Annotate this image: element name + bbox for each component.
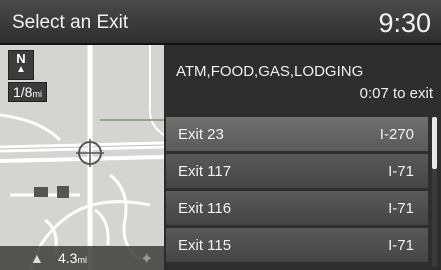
scale-value: 1/8	[13, 84, 33, 100]
scale-unit: mi	[32, 89, 42, 99]
distance-readout: 4.3mi	[58, 250, 87, 266]
exit-number: Exit 116	[178, 200, 232, 217]
exit-number: Exit 115	[178, 237, 232, 254]
map-status-bar: ▲ 4.3mi ✦	[0, 246, 164, 270]
navigation-screen: Select an Exit 9:30 N ▲ 1/8mi ▲ 4.3mi ✦ …	[0, 0, 441, 270]
exit-road: I-71	[388, 237, 414, 254]
title-bar: Select an Exit 9:30	[0, 0, 441, 45]
scrollbar-thumb[interactable]	[432, 117, 437, 169]
exit-row[interactable]: Exit 115 I-71	[166, 228, 428, 262]
exit-number: Exit 117	[178, 163, 232, 180]
time-to-exit: 0:07 to exit	[359, 85, 433, 102]
map-view[interactable]: N ▲ 1/8mi ▲ 4.3mi ✦	[0, 45, 164, 270]
exit-row[interactable]: Exit 116 I-71	[166, 191, 428, 225]
clock: 9:30	[378, 8, 431, 38]
service-categories: ATM,FOOD,GAS,LODGING	[176, 63, 364, 80]
exit-road: I-270	[379, 126, 414, 143]
distance-value: 4.3	[58, 250, 78, 266]
north-arrow-icon: ▲	[16, 64, 26, 75]
exit-info-panel: ATM,FOOD,GAS,LODGING 0:07 to exit Exit 2…	[166, 45, 441, 270]
page-title: Select an Exit	[12, 12, 129, 33]
exit-number: Exit 23	[178, 126, 224, 143]
exit-row[interactable]: Exit 23 I-270	[166, 117, 428, 151]
direction-arrow-icon: ▲	[30, 250, 44, 266]
distance-unit: mi	[77, 255, 87, 265]
exit-list: Exit 23 I-270 Exit 117 I-71 Exit 116 I-7…	[166, 117, 428, 265]
map-scale[interactable]: 1/8mi	[8, 82, 47, 102]
north-up-icon[interactable]: N ▲	[8, 50, 34, 80]
list-scrollbar[interactable]	[432, 117, 437, 267]
exit-row[interactable]: Exit 117 I-71	[166, 154, 428, 188]
exit-road: I-71	[388, 200, 414, 217]
exit-road: I-71	[388, 163, 414, 180]
compass-icon: ✦	[140, 251, 154, 268]
